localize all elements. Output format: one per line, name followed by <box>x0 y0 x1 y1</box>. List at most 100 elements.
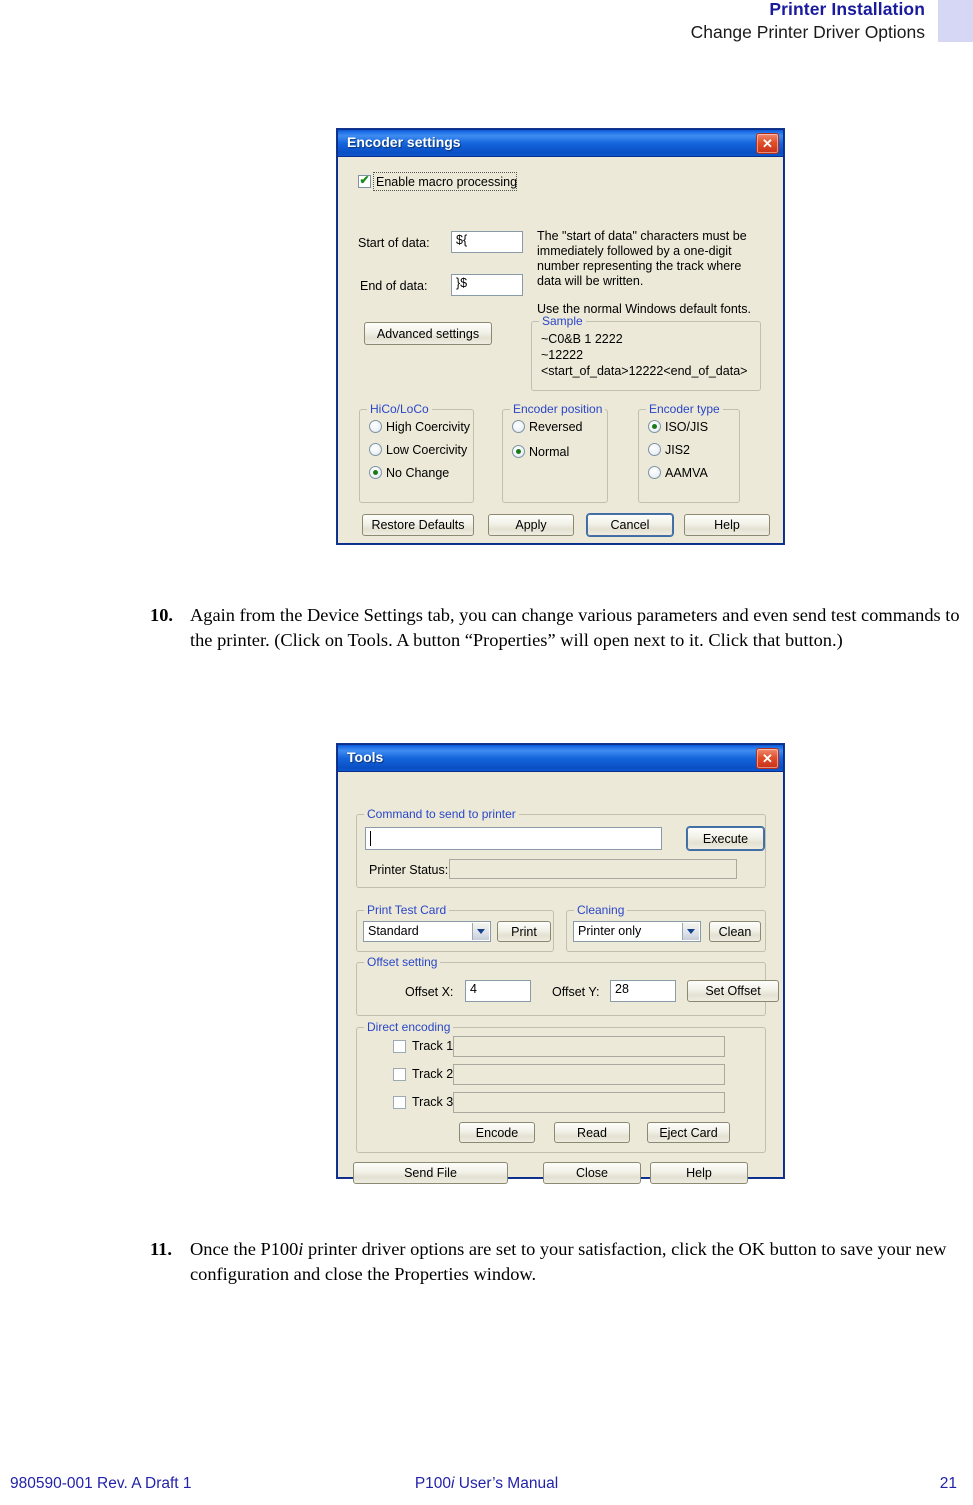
track-1-input[interactable] <box>453 1036 725 1057</box>
footer-manual-pre: P100 <box>414 1475 452 1492</box>
track-1-label: Track 1 <box>412 1039 454 1053</box>
tools-titlebar: Tools <box>338 745 783 772</box>
clean-button[interactable]: Clean <box>709 921 761 942</box>
send-file-button[interactable]: Send File <box>353 1162 508 1184</box>
advanced-settings-button[interactable]: Advanced settings <box>364 322 492 345</box>
command-input[interactable] <box>365 827 662 850</box>
step-11-text-post: printer driver options are set to your s… <box>190 1239 947 1284</box>
description-line-1: The "start of data" characters must be <box>537 229 747 243</box>
header-title: Printer Installation <box>769 0 925 19</box>
tools-title: Tools <box>347 749 384 765</box>
hico-loco-group: HiCo/LoCo High Coercivity Low Coercivity… <box>359 402 474 503</box>
command-group-legend: Command to send to printer <box>364 807 519 821</box>
offset-x-input[interactable]: 4 <box>465 980 531 1002</box>
cleaning-value: Printer only <box>578 924 642 938</box>
encoder-body: Enable macro processing Start of data: $… <box>338 157 783 542</box>
header-accent-block <box>938 0 973 42</box>
print-test-card-select[interactable]: Standard <box>363 921 491 942</box>
encode-button[interactable]: Encode <box>459 1122 535 1143</box>
apply-button[interactable]: Apply <box>488 514 574 536</box>
eject-card-button[interactable]: Eject Card <box>647 1122 730 1143</box>
offset-setting-group: Offset setting Offset X: 4 Offset Y: 28 … <box>356 955 779 1016</box>
track-2-checkbox[interactable] <box>393 1068 406 1081</box>
track-3-checkbox[interactable] <box>393 1096 406 1109</box>
print-button[interactable]: Print <box>497 921 551 942</box>
track-1-checkbox[interactable] <box>393 1040 406 1053</box>
sample-line-3: <start_of_data>12222<end_of_data> <box>541 364 748 378</box>
text-caret <box>370 831 371 846</box>
hico-loco-legend: HiCo/LoCo <box>367 402 432 416</box>
tools-help-button[interactable]: Help <box>650 1162 748 1184</box>
offset-setting-legend: Offset setting <box>364 955 441 969</box>
encoder-position-legend: Encoder position <box>510 402 606 416</box>
cleaning-select[interactable]: Printer only <box>573 921 701 942</box>
step-11-text: Once the P100i printer driver options ar… <box>190 1237 970 1287</box>
footer-manual-post: User’s Manual <box>454 1475 559 1492</box>
sample-line-2: ~12222 <box>541 348 584 362</box>
radio-aamva[interactable] <box>648 466 661 479</box>
chevron-down-icon[interactable] <box>472 923 489 940</box>
end-of-data-label: End of data: <box>360 279 428 293</box>
step-11-number: 11. <box>150 1239 172 1259</box>
close-button[interactable]: Close <box>543 1162 641 1184</box>
encoder-title: Encoder settings <box>347 134 461 150</box>
enable-macro-checkbox[interactable] <box>358 173 371 188</box>
close-icon[interactable] <box>756 748 779 769</box>
encoder-position-group: Encoder position Reversed Normal <box>502 402 608 503</box>
print-test-card-legend: Print Test Card <box>364 903 450 917</box>
close-icon[interactable] <box>756 133 779 154</box>
printer-status-value <box>449 859 737 879</box>
track-2-input[interactable] <box>453 1064 725 1085</box>
radio-high-coercivity[interactable] <box>369 420 382 433</box>
help-button[interactable]: Help <box>684 514 770 536</box>
encoder-type-legend: Encoder type <box>646 402 723 416</box>
page-header: Printer Installation Change Printer Driv… <box>0 0 973 60</box>
description-line-2: immediately followed by a one-digit <box>537 244 732 258</box>
tools-body: Command to send to printer Execute Print… <box>338 772 783 1184</box>
cleaning-group: Cleaning Printer only Clean <box>566 903 766 952</box>
radio-reversed[interactable] <box>512 420 525 433</box>
execute-button[interactable]: Execute <box>687 827 764 850</box>
start-of-data-label: Start of data: <box>358 236 430 250</box>
chevron-down-icon[interactable] <box>682 923 699 940</box>
footer-page-number: 21 <box>939 1475 957 1492</box>
header-subtitle: Change Printer Driver Options <box>690 22 925 42</box>
restore-defaults-button[interactable]: Restore Defaults <box>362 514 474 536</box>
description-line-3: number representing the track where <box>537 259 742 273</box>
set-offset-button[interactable]: Set Offset <box>687 980 779 1002</box>
start-of-data-input[interactable]: ${ <box>451 231 523 253</box>
radio-jis2[interactable] <box>648 443 661 456</box>
end-of-data-input[interactable]: }$ <box>451 274 523 296</box>
offset-y-label: Offset Y: <box>552 985 600 999</box>
enable-macro-label: Enable macro processing <box>376 175 518 189</box>
encoder-titlebar: Encoder settings <box>338 130 783 157</box>
description-line-4: data will be written. <box>537 274 644 288</box>
print-test-card-group: Print Test Card Standard Print <box>356 903 554 952</box>
sample-group: Sample ~C0&B 1 2222 ~12222 <start_of_dat… <box>531 314 761 391</box>
tools-dialog: Tools Command to send to printer Execute… <box>337 744 784 1184</box>
radio-iso-jis[interactable] <box>648 420 661 433</box>
page-footer: 980590-001 Rev. A Draft 1 P100i User’s M… <box>0 1475 973 1497</box>
radio-normal[interactable] <box>512 445 525 458</box>
label-jis2: JIS2 <box>665 443 691 457</box>
radio-no-change[interactable] <box>369 466 382 479</box>
track-3-input[interactable] <box>453 1092 725 1113</box>
cleaning-legend: Cleaning <box>574 903 628 917</box>
offset-y-input[interactable]: 28 <box>610 980 676 1002</box>
command-group: Command to send to printer Execute Print… <box>356 807 766 888</box>
radio-low-coercivity[interactable] <box>369 443 382 456</box>
label-reversed: Reversed <box>529 420 583 434</box>
step-10-text: Again from the Device Settings tab, you … <box>190 605 960 650</box>
step-11: 11. Once the P100i printer driver option… <box>150 1237 970 1287</box>
print-test-card-value: Standard <box>368 924 419 938</box>
encoder-settings-dialog: Encoder settings Enable macro processing… <box>337 129 784 544</box>
direct-encoding-legend: Direct encoding <box>364 1020 454 1034</box>
label-no-change: No Change <box>386 466 450 480</box>
cancel-button[interactable]: Cancel <box>587 514 673 536</box>
offset-x-label: Offset X: <box>405 985 454 999</box>
label-high-coercivity: High Coercivity <box>386 420 471 434</box>
label-iso-jis: ISO/JIS <box>665 420 709 434</box>
read-button[interactable]: Read <box>554 1122 630 1143</box>
track-2-label: Track 2 <box>412 1067 454 1081</box>
step-11-text-pre: Once the P100 <box>190 1239 299 1259</box>
